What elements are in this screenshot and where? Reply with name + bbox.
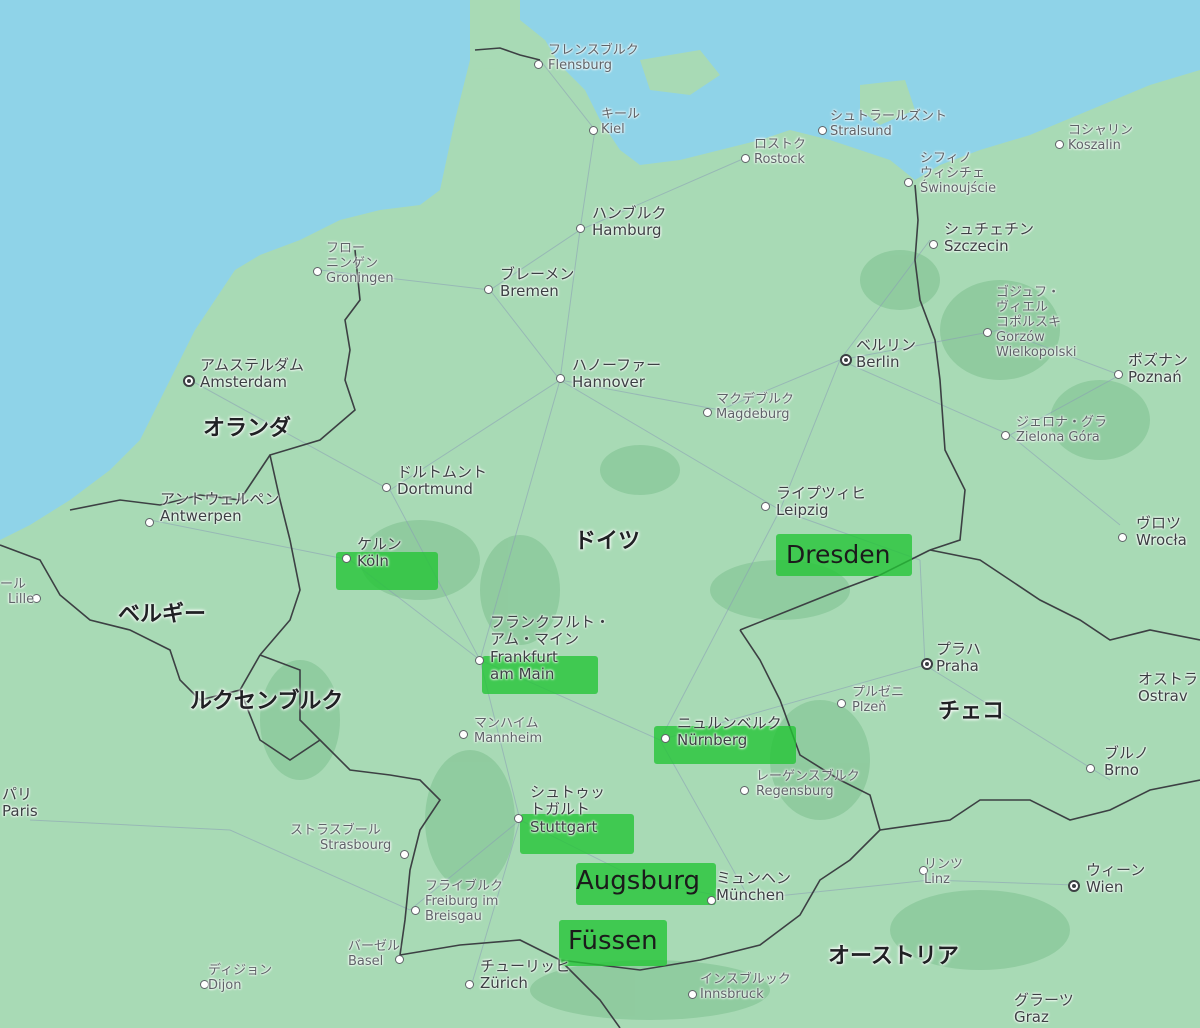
city-label-flensburg: フレンスブルク Flensburg xyxy=(548,43,639,73)
city-label-freiburg: フライブルク Freiburg im Breisgau xyxy=(425,879,504,924)
city-dot-zurich[interactable] xyxy=(465,980,474,989)
country-germany: ドイツ xyxy=(574,529,641,554)
city-dot-dortmund[interactable] xyxy=(382,483,391,492)
city-dot-regensburg[interactable] xyxy=(740,786,749,795)
city-label-ostrava: オストラ Ostrav xyxy=(1138,670,1199,706)
city-label-lille: ール Lille xyxy=(0,577,35,607)
country-luxembourg: ルクセンブルク xyxy=(190,689,344,714)
city-dot-antwerpen[interactable] xyxy=(145,518,154,527)
city-dot-zielona[interactable] xyxy=(1001,431,1010,440)
city-label-stuttgart: シュトゥッ トガルト Stuttgart xyxy=(530,783,606,836)
city-label-amsterdam: アムステルダム Amsterdam xyxy=(200,356,304,392)
city-dot-swinoujscie[interactable] xyxy=(904,178,913,187)
city-label-mannheim: マンハイム Mannheim xyxy=(474,716,543,746)
city-dot-nurnberg[interactable] xyxy=(661,734,670,743)
city-label-dortmund: ドルトムント Dortmund xyxy=(397,463,488,499)
city-label-dijon: ディジョン Dijon xyxy=(208,963,273,993)
city-label-hannover: ハノーファー Hannover xyxy=(572,356,662,392)
city-label-berlin: ベルリン Berlin xyxy=(856,336,917,372)
city-label-rostock: ロストク Rostock xyxy=(754,137,807,167)
city-label-basel: バーゼル Basel xyxy=(348,939,401,969)
city-dot-groningen[interactable] xyxy=(313,267,322,276)
city-label-hamburg: ハンブルク Hamburg xyxy=(592,204,667,240)
city-dot-hamburg[interactable] xyxy=(576,224,585,233)
city-dot-koszalin[interactable] xyxy=(1055,140,1064,149)
city-dot-munchen[interactable] xyxy=(707,896,716,905)
city-label-stralsund: シュトラールズント Stralsund xyxy=(830,109,948,139)
city-label-nurnberg: ニュルンベルク Nürnberg xyxy=(677,714,782,750)
city-dot-koln[interactable] xyxy=(342,554,351,563)
city-label-wien: ウィーン Wien xyxy=(1086,861,1146,897)
city-dot-poznan[interactable] xyxy=(1114,370,1123,379)
city-dot-wroclaw[interactable] xyxy=(1118,533,1127,542)
city-dot-stuttgart[interactable] xyxy=(514,814,523,823)
city-label-koln: ケルン Köln xyxy=(357,535,402,571)
city-label-strasbourg: ストラスブール Strasbourg xyxy=(290,823,392,853)
country-netherlands: オランダ xyxy=(203,416,292,441)
city-label-zielona: ジェロナ・グラ Zielona Góra xyxy=(1016,415,1108,445)
city-dot-rostock[interactable] xyxy=(741,154,750,163)
highlight-label-fussen: Füssen xyxy=(568,926,658,956)
city-dot-innsbruck[interactable] xyxy=(688,990,697,999)
city-label-poznan: ポズナン Poznań xyxy=(1128,351,1189,387)
city-dot-berlin[interactable] xyxy=(840,354,852,366)
city-dot-stralsund[interactable] xyxy=(818,126,827,135)
city-label-bremen: ブレーメン Bremen xyxy=(500,265,575,301)
city-dot-plzen[interactable] xyxy=(837,699,846,708)
city-label-graz: グラーツ Graz xyxy=(1014,991,1074,1027)
city-label-brno: ブルノ Brno xyxy=(1104,744,1150,780)
city-dot-kiel[interactable] xyxy=(589,126,598,135)
country-czech: チェコ xyxy=(938,699,1005,724)
city-label-plzen: プルゼニ Plzeň xyxy=(852,685,905,715)
city-label-magdeburg: マクデブルク Magdeburg xyxy=(716,392,795,422)
city-label-leipzig: ライプツィヒ Leipzig xyxy=(776,484,867,520)
city-dot-strasbourg[interactable] xyxy=(400,850,409,859)
city-label-gorzow: ゴジュフ・ ヴィエル コポルスキ Gorzów Wielkopolski xyxy=(996,285,1077,360)
city-dot-bremen[interactable] xyxy=(484,285,493,294)
city-dot-freiburg[interactable] xyxy=(411,906,420,915)
city-dot-leipzig[interactable] xyxy=(761,502,770,511)
country-belgium: ベルギー xyxy=(118,602,207,627)
city-dot-flensburg[interactable] xyxy=(534,60,543,69)
city-label-zurich: チューリッヒ Zürich xyxy=(480,957,571,993)
city-dot-amsterdam[interactable] xyxy=(183,375,195,387)
city-label-kiel: キール Kiel xyxy=(601,107,641,137)
city-label-paris: パリ Paris xyxy=(2,785,38,821)
city-label-szczecin: シュチェチン Szczecin xyxy=(944,220,1035,256)
city-label-antwerpen: アントウェルペン Antwerpen xyxy=(160,490,280,526)
city-dot-brno[interactable] xyxy=(1086,764,1095,773)
city-dot-szczecin[interactable] xyxy=(929,240,938,249)
city-label-munchen: ミュンヘン München xyxy=(716,869,792,905)
country-austria: オーストリア xyxy=(828,944,959,969)
city-label-koszalin: コシャリン Koszalin xyxy=(1068,123,1134,153)
highlight-label-augsburg: Augsburg xyxy=(576,866,701,896)
city-dot-gorzow[interactable] xyxy=(983,328,992,337)
map-view[interactable]: オランダ ドイツ ベルギー ルクセンブルク チェコ オーストリア フレンスブルク… xyxy=(0,0,1200,1028)
city-label-regensburg: レーゲンスブルク Regensburg xyxy=(756,769,860,799)
city-label-frankfurt: フランクフルト・ アム・マイン Frankfurt am Main xyxy=(490,613,611,683)
city-label-innsbruck: インスブルック Innsbruck xyxy=(700,972,791,1002)
city-label-wroclaw: ヴロツ Wrocła xyxy=(1136,514,1187,550)
city-dot-magdeburg[interactable] xyxy=(703,408,712,417)
city-dot-hannover[interactable] xyxy=(556,374,565,383)
city-dot-praha[interactable] xyxy=(921,658,933,670)
city-dot-wien[interactable] xyxy=(1068,880,1080,892)
city-label-praha: プラハ Praha xyxy=(936,640,981,676)
city-label-groningen: フロー ニンゲン Groningen xyxy=(326,241,394,286)
city-dot-mannheim[interactable] xyxy=(459,730,468,739)
city-label-swinoujscie: シフィノ ウィシチェ Świnoujście xyxy=(920,151,997,196)
highlight-label-dresden: Dresden xyxy=(786,540,891,569)
city-label-linz: リンツ Linz xyxy=(924,857,964,887)
city-dot-frankfurt[interactable] xyxy=(475,656,484,665)
